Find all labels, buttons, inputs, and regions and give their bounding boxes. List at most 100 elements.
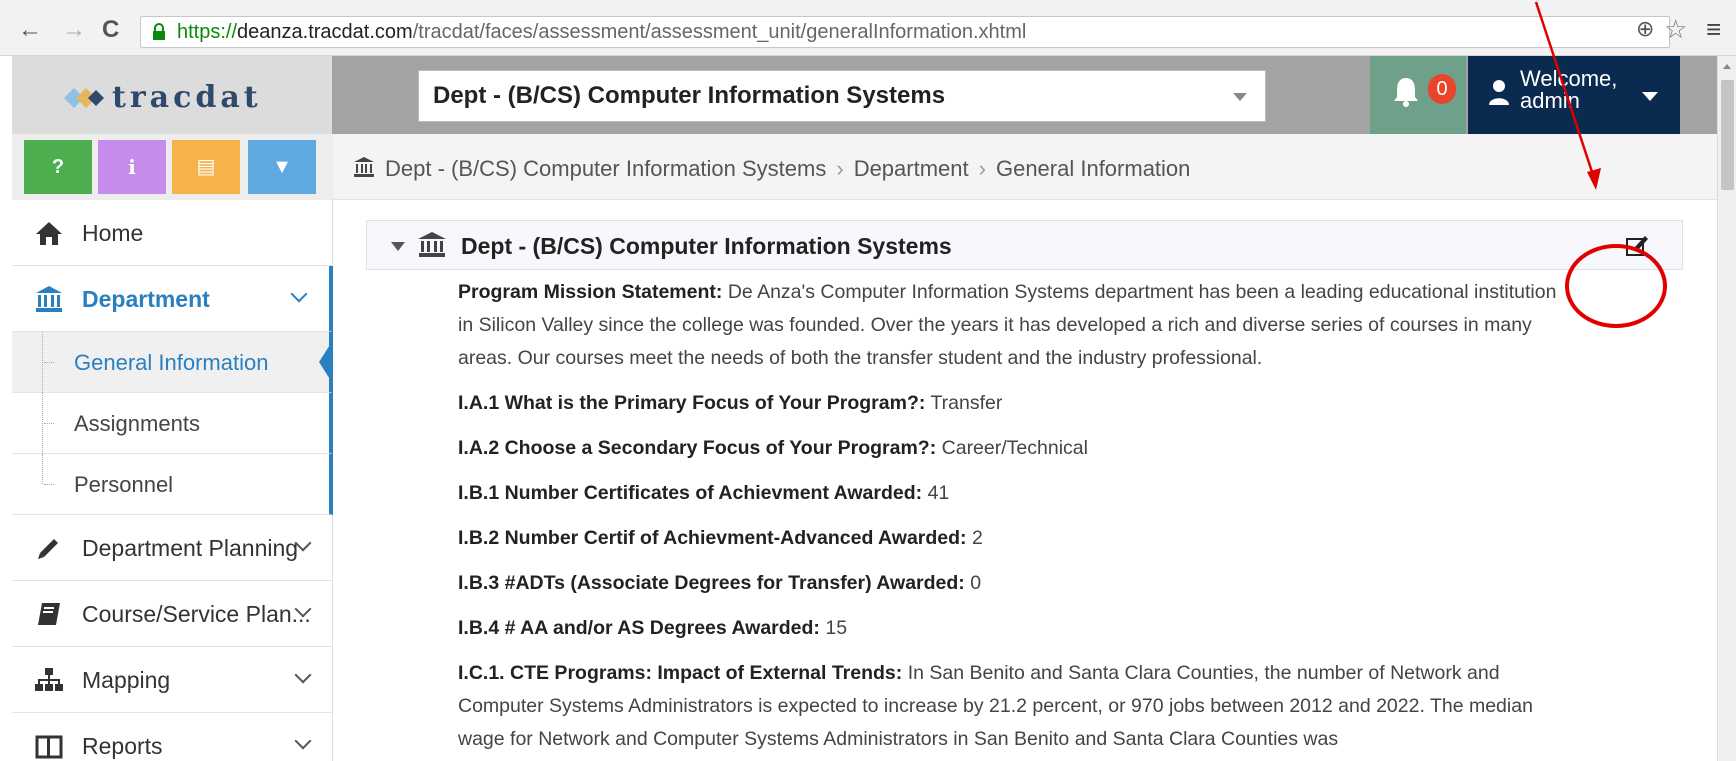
field-label: I.A.2 Choose a Secondary Focus of Your P… (458, 437, 937, 459)
department-selector-value: Dept - (B/CS) Computer Information Syste… (433, 82, 946, 109)
notifications-button[interactable]: 0 (1370, 56, 1466, 134)
edit-icon[interactable] (1625, 233, 1651, 257)
app-header: tracdat Dept - (B/CS) Computer Informati… (12, 56, 1717, 134)
forward-arrow-icon[interactable]: → (62, 16, 86, 44)
browser-menu-icon[interactable]: ≡ (1706, 14, 1721, 45)
panel-title: Dept - (B/CS) Computer Information Syste… (461, 233, 952, 259)
field-label: I.A.1 What is the Primary Focus of Your … (458, 392, 926, 414)
bank-icon (36, 286, 62, 312)
reports-icon (35, 735, 63, 759)
sidebar-subitem-assignments[interactable]: Assignments (12, 393, 333, 454)
field-label: I.B.3 #ADTs (Associate Degrees for Trans… (458, 572, 965, 594)
field-primary-focus: I.A.1 What is the Primary Focus of Your … (458, 387, 1568, 420)
sidebar-item-department-planning[interactable]: Department Planning (12, 515, 333, 581)
tree-connector (44, 423, 54, 424)
bookmark-star-icon[interactable]: ☆ (1664, 14, 1687, 45)
sidebar-subitem-label: Personnel (74, 472, 174, 497)
sidebar-item-reports[interactable]: Reports (12, 713, 333, 761)
username: admin (1520, 88, 1580, 113)
sidebar-item-label: Mapping (82, 667, 171, 693)
breadcrumb-item-department[interactable]: Department (854, 156, 969, 181)
page-scrollbar[interactable] (1717, 56, 1736, 761)
help-button[interactable]: ? (24, 140, 92, 194)
filter-icon: ▼ (272, 156, 292, 178)
bank-icon (354, 157, 374, 177)
filter-button[interactable]: ▼ (248, 140, 316, 194)
scroll-thumb[interactable] (1721, 80, 1734, 190)
tree-line (42, 393, 43, 454)
chevron-down-icon (1642, 92, 1658, 101)
zoom-icon[interactable]: ⊕ (1636, 16, 1654, 42)
book-icon (38, 603, 60, 625)
field-advanced-certificates-awarded: I.B.2 Number Certif of Achievment-Advanc… (458, 522, 1568, 555)
logo-diamond-icon (64, 87, 104, 108)
field-label: I.B.1 Number Certificates of Achievment … (458, 482, 923, 504)
chevron-down-icon (1233, 93, 1247, 101)
sidebar-subitem-label: General Information (74, 350, 269, 375)
quick-actions: ? i ▤ ▼ (12, 134, 333, 200)
field-value: 0 (970, 572, 982, 594)
help-icon: ? (51, 156, 65, 178)
url-host: deanza.trac (237, 21, 342, 43)
sitemap-icon (35, 668, 63, 691)
sidebar-item-label: Department (82, 286, 210, 312)
breadcrumb-item-department-name[interactable]: Dept - (B/CS) Computer Information Syste… (385, 156, 826, 181)
reload-icon[interactable]: C (102, 16, 119, 44)
info-icon: i (128, 155, 136, 179)
breadcrumb-item-general-information: General Information (995, 156, 1191, 181)
list-icon: ▤ (196, 156, 216, 178)
sidebar-item-department[interactable]: Department (12, 266, 333, 332)
breadcrumb: Dept - (B/CS) Computer Information Syste… (333, 134, 1717, 200)
scroll-up-icon[interactable] (1723, 64, 1731, 69)
pencil-icon (38, 539, 58, 559)
sidebar-item-home[interactable]: Home (12, 200, 333, 266)
user-menu[interactable]: Welcome, admin (1468, 56, 1680, 134)
breadcrumb-trail: Dept - (B/CS) Computer Information Syste… (385, 156, 1190, 182)
sidebar-item-label: Home (82, 220, 144, 246)
field-certificates-awarded: I.B.1 Number Certificates of Achievment … (458, 477, 1568, 510)
url-host-end: dat.com (341, 21, 413, 43)
breadcrumb-separator: › (836, 156, 844, 181)
sidebar-subitem-personnel[interactable]: Personnel (12, 454, 333, 515)
back-arrow-icon[interactable]: ← (18, 16, 42, 44)
logo-text: tracdat (112, 80, 262, 115)
info-button[interactable]: i (98, 140, 166, 194)
field-label: Program Mission Statement: (458, 281, 723, 303)
field-value: 2 (971, 527, 983, 549)
sidebar: ? i ▤ ▼ Home Department General Informat… (12, 134, 333, 761)
field-value: Career/Technical (941, 437, 1088, 459)
tree-connector (44, 484, 54, 485)
department-selector[interactable]: Dept - (B/CS) Computer Information Syste… (418, 70, 1266, 122)
sidebar-item-course-service-plan[interactable]: Course/Service Plan... (12, 581, 333, 647)
unit-panel-header: Dept - (B/CS) Computer Information Syste… (366, 220, 1683, 270)
logo-area: tracdat (12, 56, 332, 134)
sidebar-subitem-label: Assignments (74, 411, 200, 436)
field-label: I.C.1. CTE Programs: Impact of External … (458, 662, 903, 684)
bell-icon (1394, 78, 1418, 107)
selected-indicator (319, 340, 333, 384)
chevron-down-icon (294, 666, 312, 684)
field-secondary-focus: I.A.2 Choose a Secondary Focus of Your P… (458, 432, 1568, 465)
url-scheme: https:// (177, 21, 238, 43)
sidebar-item-label: Course/Service Plan... (82, 601, 311, 627)
sidebar-item-mapping[interactable]: Mapping (12, 647, 333, 713)
tracdat-logo[interactable]: tracdat (64, 80, 262, 115)
tree-connector (44, 362, 54, 363)
field-value: 41 (927, 482, 950, 504)
bank-icon (418, 232, 446, 257)
general-information-fields: Program Mission Statement: De Anza's Com… (458, 276, 1568, 761)
address-bar[interactable]: https://deanza.tracdat.com/tracdat/faces… (140, 16, 1670, 48)
home-icon (36, 222, 62, 245)
list-button[interactable]: ▤ (172, 140, 240, 194)
field-mission-statement: Program Mission Statement: De Anza's Com… (458, 276, 1568, 375)
collapse-toggle-icon[interactable] (391, 242, 405, 251)
lock-icon (153, 23, 165, 40)
url-path: /tracdat/faces/assessment/assessment_uni… (412, 21, 1027, 43)
welcome-line: Welcome, (1520, 66, 1618, 91)
field-cte-external-trends: I.C.1. CTE Programs: Impact of External … (458, 657, 1568, 756)
field-label: I.B.4 # AA and/or AS Degrees Awarded: (458, 617, 820, 639)
user-icon (1489, 80, 1509, 105)
browser-toolbar: ← → C https://deanza.tracdat.com/tracdat… (0, 0, 1736, 56)
sidebar-subitem-general-information[interactable]: General Information (12, 332, 333, 393)
chevron-down-icon (294, 732, 312, 750)
